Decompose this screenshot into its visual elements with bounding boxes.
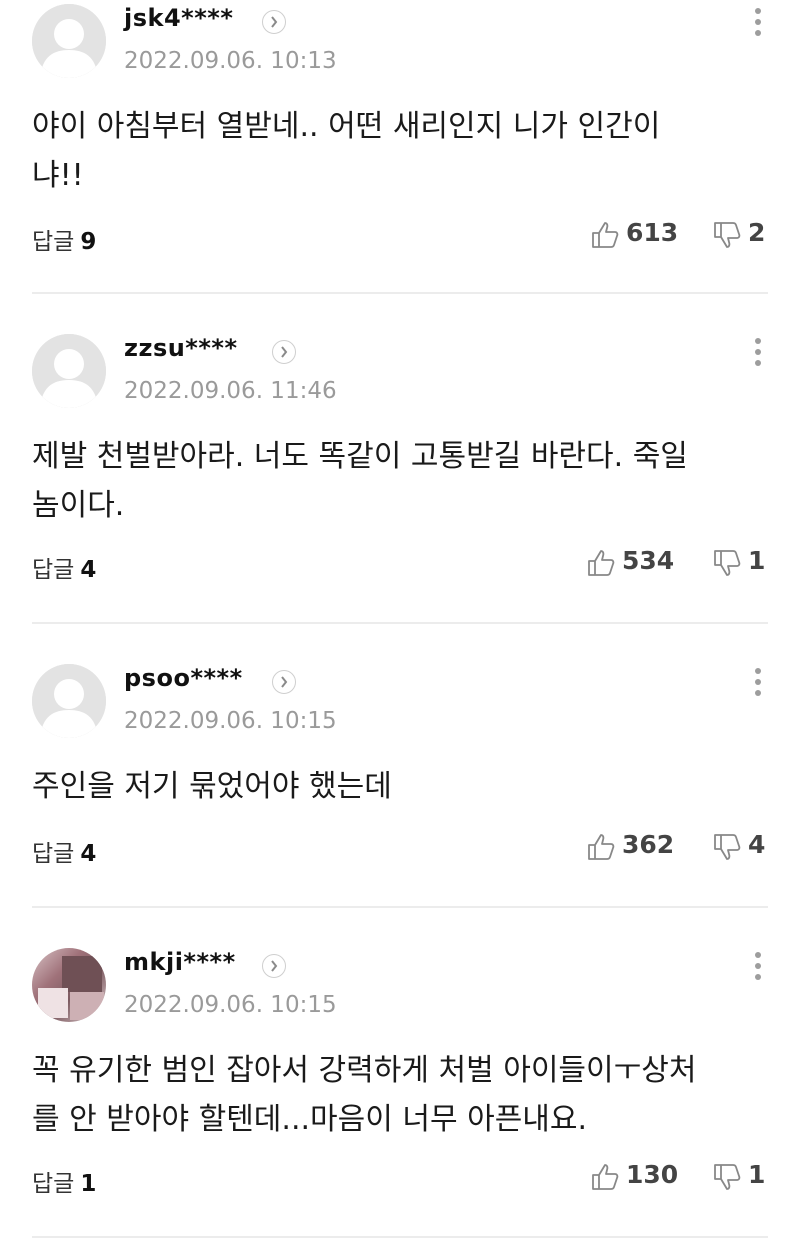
more-options-icon[interactable]	[752, 668, 764, 704]
dislike-count: 4	[748, 830, 766, 859]
like-button[interactable]: 534	[586, 546, 680, 580]
comment-timestamp: 2022.09.06. 10:15	[124, 708, 337, 734]
reply-button[interactable]: 답글 1	[32, 1164, 96, 1198]
thumbs-down-icon	[714, 834, 741, 860]
like-count: 362	[622, 830, 675, 859]
comment-timestamp: 2022.09.06. 10:15	[124, 992, 337, 1018]
comment-footer: 답글 1 130 1	[0, 1160, 800, 1200]
thumbs-down-icon	[714, 1164, 741, 1190]
dislike-button[interactable]: 4	[712, 830, 772, 864]
comment-timestamp: 2022.09.06. 11:46	[124, 378, 337, 404]
reply-label: 답글	[32, 229, 75, 255]
profile-chevron-right-icon[interactable]	[272, 340, 296, 364]
divider	[32, 622, 768, 624]
reply-count: 4	[80, 841, 97, 867]
username[interactable]: zzsu****	[124, 334, 238, 362]
dislike-count: 1	[748, 1160, 766, 1189]
username[interactable]: mkji****	[124, 948, 236, 976]
reply-count: 4	[80, 557, 97, 583]
comment-footer: 답글 4 362 4	[0, 830, 800, 870]
username[interactable]: psoo****	[124, 664, 243, 692]
more-options-icon[interactable]	[752, 338, 764, 374]
reply-button[interactable]: 답글 4	[32, 834, 96, 868]
more-options-icon[interactable]	[752, 8, 764, 44]
comment-footer: 답글 4 534 1	[0, 546, 800, 586]
comment-text: 주인을 저기 묶었어야 했는데	[32, 769, 392, 804]
comment-timestamp: 2022.09.06. 10:13	[124, 48, 337, 74]
like-count: 613	[626, 218, 679, 247]
reply-button[interactable]: 답글 4	[32, 550, 96, 584]
profile-chevron-right-icon[interactable]	[262, 10, 286, 34]
reply-label: 답글	[32, 841, 75, 867]
dislike-button[interactable]: 2	[712, 218, 772, 252]
divider	[32, 906, 768, 908]
reply-count: 1	[80, 1171, 97, 1197]
username[interactable]: jsk4****	[124, 4, 233, 32]
like-button[interactable]: 362	[586, 830, 680, 864]
reply-label: 답글	[32, 1171, 75, 1197]
dislike-button[interactable]: 1	[712, 546, 772, 580]
more-options-icon[interactable]	[752, 952, 764, 988]
reply-button[interactable]: 답글 9	[32, 222, 96, 256]
reply-count: 9	[80, 229, 97, 255]
default-profile-icon[interactable]	[32, 664, 106, 738]
divider	[32, 1236, 768, 1238]
like-count: 130	[626, 1160, 679, 1189]
reply-label: 답글	[32, 557, 75, 583]
thumbs-up-icon	[592, 1164, 619, 1190]
thumbs-up-icon	[588, 550, 615, 576]
profile-chevron-right-icon[interactable]	[262, 954, 286, 978]
thumbs-down-icon	[714, 550, 741, 576]
comment-text: 야이 아침부터 열받네.. 어떤 새리인지 니가 인간이 냐!!	[32, 109, 661, 193]
like-button[interactable]: 613	[590, 218, 680, 252]
like-count: 534	[622, 546, 675, 575]
dislike-button[interactable]: 1	[712, 1160, 772, 1194]
dislike-count: 1	[748, 546, 766, 575]
thumbs-up-icon	[588, 834, 615, 860]
like-button[interactable]: 130	[590, 1160, 680, 1194]
thumbs-up-icon	[592, 222, 619, 248]
thumbs-down-icon	[714, 222, 741, 248]
dislike-count: 2	[748, 218, 766, 247]
divider	[32, 292, 768, 294]
comment-text: 제발 천벌받아라. 너도 똑같이 고통받길 바란다. 죽일 놈이다.	[32, 439, 688, 523]
profile-photo-avatar[interactable]	[32, 948, 106, 1022]
default-profile-icon[interactable]	[32, 4, 106, 78]
comment-text: 꼭 유기한 범인 잡아서 강력하게 처벌 아이들이ㅜ상처 를 안 받아야 할텐데…	[32, 1053, 697, 1137]
comment-footer: 답글 9 613 2	[0, 218, 800, 258]
default-profile-icon[interactable]	[32, 334, 106, 408]
profile-chevron-right-icon[interactable]	[272, 670, 296, 694]
